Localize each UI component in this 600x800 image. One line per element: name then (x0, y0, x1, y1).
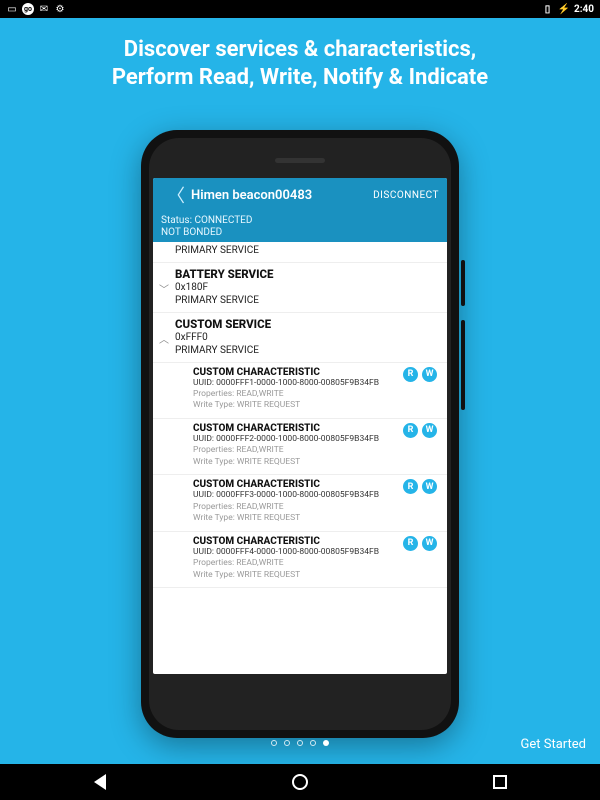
android-status-bar: ▭ go ✉ ⚙ ▯ ⚡ 2:40 (0, 0, 600, 18)
bond-status: NOT BONDED (153, 227, 447, 242)
read-badge-icon[interactable]: R (403, 479, 418, 494)
service-row-custom[interactable]: ︿ CUSTOM SERVICE 0xFFF0 PRIMARY SERVICE (153, 313, 447, 363)
get-started-button[interactable]: Get Started (521, 737, 586, 752)
chevron-up-icon: ︿ (159, 331, 169, 346)
back-triangle-icon (94, 774, 106, 790)
onboarding-page[interactable]: Discover services & characteristics, Per… (0, 18, 600, 764)
nav-recents-button[interactable] (480, 770, 520, 794)
service-type: PRIMARY SERVICE (175, 344, 439, 358)
speaker-slit (275, 158, 325, 163)
power-button-mock (461, 260, 465, 306)
service-name: BATTERY SERVICE (175, 267, 439, 281)
characteristic-row[interactable]: R W CUSTOM CHARACTERISTIC UUID: 0000FFF2… (153, 419, 447, 475)
characteristic-row[interactable]: R W CUSTOM CHARACTERISTIC UUID: 0000FFF3… (153, 475, 447, 531)
characteristic-write-type: Write Type: WRITE REQUEST (193, 400, 439, 411)
write-badge-icon[interactable]: W (422, 367, 437, 382)
bug-icon: ⚙ (54, 3, 66, 15)
recents-square-icon (493, 775, 507, 789)
nav-back-button[interactable] (80, 770, 120, 794)
write-badge-icon[interactable]: W (422, 479, 437, 494)
headline-line-2: Perform Read, Write, Notify & Indicate (30, 64, 570, 92)
service-uuid: 0xFFF0 (175, 331, 439, 345)
headline-line-1: Discover services & characteristics, (30, 36, 570, 64)
dot-active[interactable] (323, 740, 329, 746)
phone-screen: 〈 Himen beacon00483 DISCONNECT Status: C… (153, 178, 447, 674)
service-row[interactable]: PRIMARY SERVICE (153, 242, 447, 263)
service-type: PRIMARY SERVICE (175, 244, 439, 258)
characteristic-write-type: Write Type: WRITE REQUEST (193, 570, 439, 581)
clock: 2:40 (574, 4, 594, 15)
characteristic-row[interactable]: R W CUSTOM CHARACTERISTIC UUID: 0000FFF1… (153, 363, 447, 419)
mail-icon: ✉ (38, 3, 50, 15)
nav-home-button[interactable] (280, 770, 320, 794)
characteristic-props: Properties: READ,WRITE (193, 445, 439, 456)
service-row-battery[interactable]: ﹀ BATTERY SERVICE 0x180F PRIMARY SERVICE (153, 263, 447, 313)
service-name: CUSTOM SERVICE (175, 317, 439, 331)
back-icon[interactable]: 〈 (161, 182, 191, 208)
read-badge-icon[interactable]: R (403, 423, 418, 438)
characteristic-props: Properties: READ,WRITE (193, 502, 439, 513)
characteristic-write-type: Write Type: WRITE REQUEST (193, 457, 439, 468)
status-left: ▭ go ✉ ⚙ (6, 3, 66, 15)
services-list[interactable]: PRIMARY SERVICE ﹀ BATTERY SERVICE 0x180F… (153, 242, 447, 674)
dot[interactable] (271, 740, 277, 746)
battery-icon: ⚡ (558, 4, 570, 15)
read-badge-icon[interactable]: R (403, 367, 418, 382)
phone-mockup: 〈 Himen beacon00483 DISCONNECT Status: C… (141, 130, 459, 738)
phone-icon: ▭ (6, 3, 18, 15)
rw-badges: R W (403, 479, 437, 494)
device-title: Himen beacon00483 (191, 188, 373, 203)
dot[interactable] (310, 740, 316, 746)
dot[interactable] (297, 740, 303, 746)
service-uuid: 0x180F (175, 281, 439, 295)
home-circle-icon (292, 774, 308, 790)
go-icon: go (22, 3, 34, 15)
read-badge-icon[interactable]: R (403, 536, 418, 551)
vibrate-icon: ▯ (542, 3, 554, 15)
write-badge-icon[interactable]: W (422, 536, 437, 551)
characteristic-props: Properties: READ,WRITE (193, 389, 439, 400)
disconnect-button[interactable]: DISCONNECT (373, 190, 439, 201)
app-bar: 〈 Himen beacon00483 DISCONNECT (153, 178, 447, 212)
dot[interactable] (284, 740, 290, 746)
rw-badges: R W (403, 536, 437, 551)
phone-bezel: 〈 Himen beacon00483 DISCONNECT Status: C… (149, 138, 451, 730)
headline: Discover services & characteristics, Per… (0, 18, 600, 101)
characteristic-props: Properties: READ,WRITE (193, 558, 439, 569)
rw-badges: R W (403, 367, 437, 382)
status-right: ▯ ⚡ 2:40 (542, 3, 594, 15)
characteristic-write-type: Write Type: WRITE REQUEST (193, 513, 439, 524)
characteristic-row[interactable]: R W CUSTOM CHARACTERISTIC UUID: 0000FFF4… (153, 532, 447, 588)
page-indicator[interactable] (271, 740, 329, 746)
connection-status: Status: CONNECTED (153, 212, 447, 227)
chevron-down-icon: ﹀ (159, 281, 169, 296)
rw-badges: R W (403, 423, 437, 438)
write-badge-icon[interactable]: W (422, 423, 437, 438)
volume-button-mock (461, 320, 465, 410)
android-nav-bar (0, 764, 600, 800)
service-type: PRIMARY SERVICE (175, 294, 439, 308)
